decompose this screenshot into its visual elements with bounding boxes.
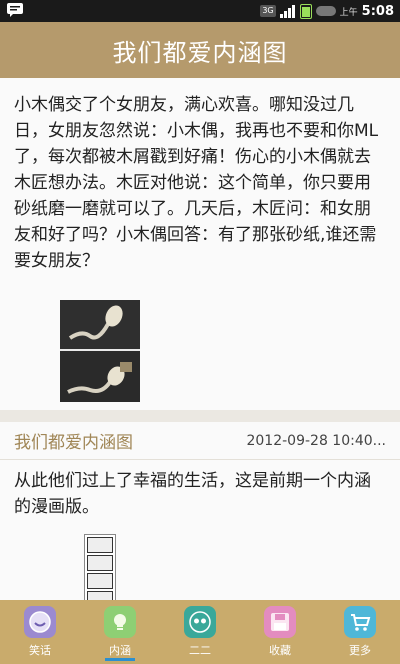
floppy-disk-icon [264,606,296,638]
sperm-figure-illustration [60,300,140,402]
tab-label: 更多 [349,644,371,657]
post-date: 2012-09-28 10:40... [246,432,386,449]
post-image[interactable] [60,300,140,402]
tab-jokes[interactable]: 笑话 [0,600,80,664]
tab-label: 二二 [189,644,211,657]
app-title: 我们都爱内涵图 [112,38,288,67]
tab-favorites[interactable]: 收藏 [240,600,320,664]
comic-panel [87,537,113,553]
tab-label: 收藏 [269,644,291,657]
post-header: 我们都爱内涵图 2012-09-28 10:40... [0,422,400,460]
tab-label: 内涵 [105,642,135,661]
status-bar: 3G 上午 5:08 [0,0,400,22]
tab-label: 笑话 [29,644,51,657]
tab-erer[interactable]: 二二 [160,600,240,664]
comic-panel [87,555,113,571]
signal-icon [279,5,295,18]
battery-icon [299,3,312,19]
post-text: 从此他们过上了幸福的生活，这是前期一个内涵的漫画版。 [14,471,371,517]
post-author[interactable]: 我们都爱内涵图 [14,428,133,453]
comic-panel [87,573,113,589]
post-feed[interactable]: 小木偶交了个女朋友，满心欢喜。哪知没过几日，女朋友忽然说：小木偶，我再也不要和你… [0,78,400,600]
mask-icon [184,606,216,638]
post-card[interactable]: 我们都爱内涵图 2012-09-28 10:40... 从此他们过上了幸福的生活… [0,422,400,600]
chat-notification-icon [7,3,23,17]
post-text: 小木偶交了个女朋友，满心欢喜。哪知没过几日，女朋友忽然说：小木偶，我再也不要和你… [14,95,379,271]
network-type-badge: 3G [260,5,276,17]
tab-innuendo[interactable]: 内涵 [80,600,160,664]
clock-time: 5:08 [361,3,394,19]
lightbulb-icon [104,606,136,638]
cart-icon [344,606,376,638]
bottom-tab-bar: 笑话 内涵 二二 收藏 更多 [0,600,400,664]
post-image[interactable] [84,534,116,600]
app-title-bar: 我们都爱内涵图 [0,22,400,78]
smiley-icon [24,606,56,638]
sync-indicator-icon [315,6,336,16]
post-card[interactable]: 小木偶交了个女朋友，满心欢喜。哪知没过几日，女朋友忽然说：小木偶，我再也不要和你… [0,78,400,410]
tab-more[interactable]: 更多 [320,600,400,664]
comic-panel [87,591,113,600]
image-divider [60,349,140,351]
clock-ampm: 上午 [339,7,358,18]
